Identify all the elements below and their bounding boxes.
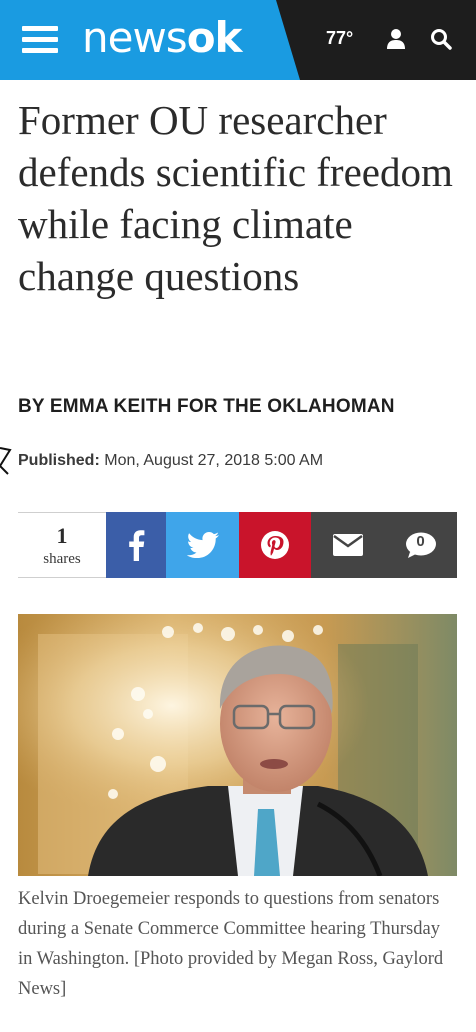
user-icon[interactable] — [386, 28, 406, 50]
logo-ok-text: ok — [186, 13, 243, 62]
facebook-share-button[interactable] — [106, 512, 166, 578]
twitter-share-button[interactable] — [166, 512, 239, 578]
share-count-number: 1 — [56, 523, 68, 548]
email-icon — [332, 534, 363, 556]
article-photo[interactable] — [18, 614, 457, 876]
twitter-icon — [186, 532, 219, 558]
site-logo[interactable]: newsok — [82, 10, 242, 66]
photo-caption: Kelvin Droegemeier responds to questions… — [18, 889, 444, 999]
article-headline: Former OU researcher defends scientific … — [18, 97, 453, 299]
email-share-button[interactable] — [311, 512, 384, 578]
search-icon[interactable] — [430, 28, 452, 50]
weather-temperature[interactable]: 77° — [326, 28, 353, 49]
pinterest-share-button[interactable] — [239, 512, 311, 578]
published-label: Published: — [18, 452, 100, 469]
published-date: Mon, August 27, 2018 5:00 AM — [104, 452, 324, 469]
hamburger-menu-icon[interactable] — [22, 25, 58, 53]
comments-button[interactable]: 0 — [384, 512, 457, 578]
share-bar: 1 shares 0 — [18, 512, 457, 578]
article-byline: BY EMMA KEITH FOR THE OKLAHOMAN — [18, 396, 395, 417]
pinterest-icon — [261, 531, 289, 559]
logo-news-text: news — [82, 13, 188, 62]
share-count-label: shares — [43, 551, 81, 567]
site-header: newsok 77° — [0, 0, 476, 80]
published-line: Published: Mon, August 27, 2018 5:00 AM — [18, 452, 323, 470]
facebook-icon — [129, 530, 145, 561]
pen-mark-decoration — [0, 447, 12, 475]
share-count: 1 shares — [18, 512, 106, 578]
comment-count: 0 — [416, 533, 425, 550]
